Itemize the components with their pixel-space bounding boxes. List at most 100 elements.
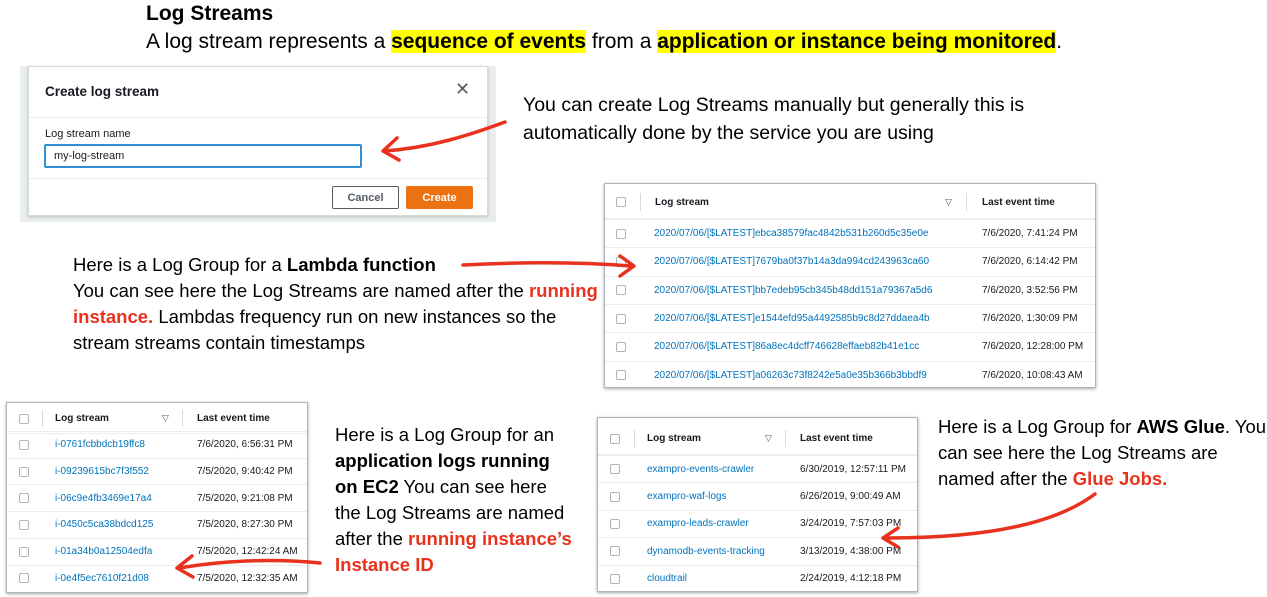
row-checkbox[interactable] [610,546,620,557]
last-event-time: 7/6/2020, 1:30:09 PM [982,313,1078,325]
log-stream-link[interactable]: exampro-waf-logs [647,491,726,502]
column-header-last-event-time[interactable]: Last event time [197,413,270,424]
column-header-last-event-time[interactable]: Last event time [800,433,873,444]
subtitle-highlight-application: application or instance being monitored [657,30,1057,53]
select-all-checkbox[interactable] [610,434,620,444]
last-event-time: 2/24/2019, 4:12:18 PM [800,573,902,585]
row-checkbox[interactable] [610,491,620,502]
row-checkbox[interactable] [610,464,620,475]
table-row[interactable]: 2020/07/06/[$LATEST]ebca38579fac4842b531… [605,219,1095,247]
subtitle-text: from a [586,30,658,53]
log-stream-link[interactable]: i-06c9e4fb3469e17a4 [55,493,152,504]
row-checkbox[interactable] [616,256,626,267]
log-stream-name-input[interactable] [44,144,362,168]
row-checkbox[interactable] [616,370,626,381]
table-row[interactable]: i-0e4f5ec7610f21d08 7/5/2020, 12:32:35 AM [7,564,307,592]
column-separator [785,430,786,447]
sort-icon[interactable]: ▽ [945,197,952,208]
table-row[interactable]: i-0761fcbbdcb19ffc8 7/6/2020, 6:56:31 PM [7,431,307,458]
last-event-time: 7/6/2020, 10:08:43 AM [982,369,1083,381]
last-event-time: 6/30/2019, 12:57:11 PM [800,463,907,475]
sort-icon[interactable]: ▽ [162,413,169,424]
sort-icon[interactable]: ▽ [765,433,772,444]
table-row[interactable]: i-09239615bc7f3f552 7/5/2020, 9:40:42 PM [7,457,307,485]
table-header: Log stream ▽ Last event time [605,184,1095,219]
table-row[interactable]: cloudtrail 2/24/2019, 4:12:18 PM [598,564,917,591]
row-checkbox[interactable] [616,285,626,296]
row-checkbox[interactable] [19,546,29,557]
column-header-log-stream[interactable]: Log stream [647,433,701,444]
last-event-time: 6/26/2019, 9:00:49 AM [800,491,901,503]
last-event-time: 7/5/2020, 12:42:24 AM [197,546,298,558]
last-event-time: 3/24/2019, 7:57:03 PM [800,518,902,530]
modal-divider [29,178,487,179]
create-log-stream-modal: Create log stream ✕ Log stream name Canc… [28,66,488,216]
log-stream-link[interactable]: i-0761fcbbdcb19ffc8 [55,439,145,450]
table-row[interactable]: exampro-events-crawler 6/30/2019, 12:57:1… [598,455,917,482]
close-icon[interactable]: ✕ [455,80,470,98]
log-stream-link[interactable]: i-09239615bc7f3f552 [55,466,149,477]
table-row[interactable]: 2020/07/06/[$LATEST]86a8ec4dcff746628eff… [605,332,1095,360]
table-row[interactable]: i-06c9e4fb3469e17a4 7/5/2020, 9:21:08 PM [7,484,307,511]
table-header: Log stream ▽ Last event time [598,418,917,455]
table-row[interactable]: 2020/07/06/[$LATEST]e1544efd95a4492585b9… [605,303,1095,332]
log-stream-name-label: Log stream name [45,128,131,140]
log-stream-link[interactable]: i-0e4f5ec7610f21d08 [55,573,149,584]
page-title: Log Streams [146,2,274,25]
table-row[interactable]: dynamodb-events-tracking 3/13/2019, 4:38:… [598,537,917,564]
row-checkbox[interactable] [19,466,29,477]
table-row[interactable]: exampro-waf-logs 6/26/2019, 9:00:49 AM [598,482,917,509]
log-stream-link[interactable]: exampro-leads-crawler [647,518,749,529]
subtitle-text: A log stream represents a [146,30,392,53]
select-all-checkbox[interactable] [616,197,626,207]
create-button[interactable]: Create [406,186,473,209]
last-event-time: 7/5/2020, 8:27:30 PM [197,519,293,531]
table-row[interactable]: i-01a34b0a12504edfa 7/5/2020, 12:42:24 AM [7,537,307,565]
row-checkbox[interactable] [19,493,29,504]
log-stream-link[interactable]: 2020/07/06/[$LATEST]bb7edeb95cb345b48dd1… [654,285,932,296]
column-header-log-stream[interactable]: Log stream [655,197,709,208]
row-checkbox[interactable] [616,228,626,239]
last-event-time: 7/6/2020, 3:52:56 PM [982,284,1078,296]
row-checkbox[interactable] [19,573,29,584]
row-checkbox[interactable] [616,341,626,352]
column-separator [640,193,641,211]
last-event-time: 7/6/2020, 6:14:42 PM [982,256,1078,268]
log-stream-link[interactable]: 2020/07/06/[$LATEST]7679ba0f37b14a3da994… [654,256,929,267]
column-header-last-event-time[interactable]: Last event time [982,197,1055,208]
log-stream-link[interactable]: i-0450c5ca38bdcd125 [55,519,153,530]
row-checkbox[interactable] [610,573,620,584]
log-stream-link[interactable]: cloudtrail [647,573,687,584]
page-subtitle: A log stream represents a sequence of ev… [146,30,1062,54]
column-separator [634,430,635,447]
note-glue: Here is a Log Group for AWS Glue. You ca… [938,414,1267,492]
last-event-time: 7/5/2020, 9:40:42 PM [197,466,293,478]
row-checkbox[interactable] [610,518,620,529]
log-stream-link[interactable]: 2020/07/06/[$LATEST]a06263c73f8242e5a0e3… [654,370,927,381]
log-stream-link[interactable]: 2020/07/06/[$LATEST]e1544efd95a4492585b9… [654,313,930,324]
last-event-time: 7/6/2020, 7:41:24 PM [982,228,1078,240]
log-stream-link[interactable]: 2020/07/06/[$LATEST]86a8ec4dcff746628eff… [654,341,919,352]
row-checkbox[interactable] [19,439,29,450]
modal-divider [29,117,487,118]
note-text: Here is a Log Group for a [73,254,287,275]
table-row[interactable]: 2020/07/06/[$LATEST]7679ba0f37b14a3da994… [605,247,1095,275]
table-row[interactable]: 2020/07/06/[$LATEST]a06263c73f8242e5a0e3… [605,360,1095,388]
log-stream-link[interactable]: 2020/07/06/[$LATEST]ebca38579fac4842b531… [654,228,929,239]
log-stream-link[interactable]: i-01a34b0a12504edfa [55,546,152,557]
select-all-checkbox[interactable] [19,414,29,424]
table-row[interactable]: i-0450c5ca38bdcd125 7/5/2020, 8:27:30 PM [7,511,307,538]
column-header-log-stream[interactable]: Log stream [55,413,109,424]
table-row[interactable]: exampro-leads-crawler 3/24/2019, 7:57:03 … [598,509,917,537]
column-separator [42,410,43,427]
row-checkbox[interactable] [616,313,626,324]
table-row[interactable]: 2020/07/06/[$LATEST]bb7edeb95cb345b48dd1… [605,275,1095,304]
glue-log-streams-table: Log stream ▽ Last event time exampro-eve… [597,417,918,592]
ec2-log-streams-table: Log stream ▽ Last event time i-0761fcbbd… [6,402,308,593]
log-stream-link[interactable]: exampro-events-crawler [647,464,754,475]
cancel-button[interactable]: Cancel [332,186,399,209]
last-event-time: 3/13/2019, 4:38:00 PM [800,545,902,557]
note-text: Here is a Log Group for [938,416,1137,437]
row-checkbox[interactable] [19,519,29,530]
log-stream-link[interactable]: dynamodb-events-tracking [647,546,765,557]
